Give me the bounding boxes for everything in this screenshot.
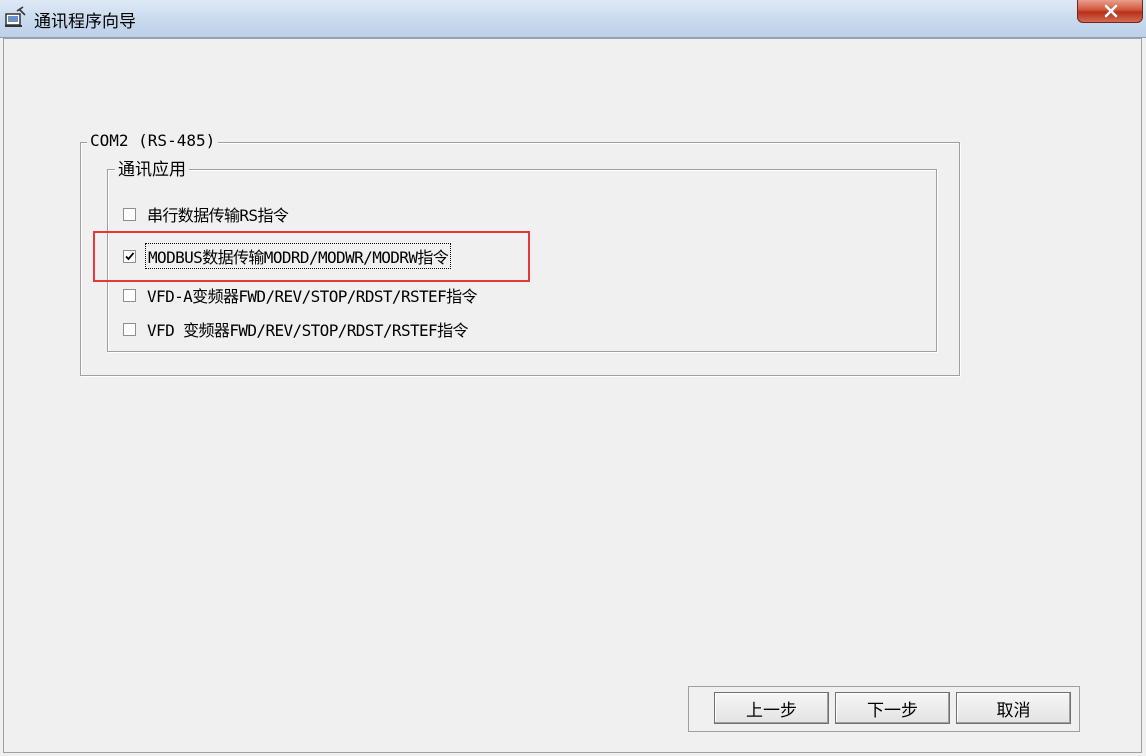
option-label: VFD-A变频器FWD/REV/STOP/RDST/RSTEF指令 [147, 287, 478, 306]
window-title: 通讯程序向导 [34, 12, 136, 32]
checkbox[interactable] [123, 322, 136, 336]
option-vfd-instruction[interactable]: VFD 变频器FWD/REV/STOP/RDST/RSTEF指令 [123, 317, 468, 341]
checkbox[interactable] [123, 288, 136, 302]
comm-app-group-label: 通讯应用 [115, 160, 189, 180]
wizard-app-icon[interactable] [4, 5, 28, 29]
prev-button[interactable]: 上一步 [714, 692, 829, 724]
option-label: VFD 变频器FWD/REV/STOP/RDST/RSTEF指令 [147, 321, 468, 340]
option-label: 串行数据传输RS指令 [147, 206, 289, 225]
checkbox[interactable] [123, 207, 136, 221]
highlight-box [93, 231, 530, 282]
com2-group-label: COM2 (RS-485) [87, 131, 219, 151]
close-icon [1104, 4, 1118, 18]
option-rs-instruction[interactable]: 串行数据传输RS指令 [123, 202, 289, 226]
option-vfd-a-instruction[interactable]: VFD-A变频器FWD/REV/STOP/RDST/RSTEF指令 [123, 283, 478, 307]
close-button[interactable] [1077, 0, 1143, 23]
cancel-button[interactable]: 取消 [956, 692, 1071, 724]
title-bar: 通讯程序向导 [0, 0, 1146, 38]
next-button[interactable]: 下一步 [835, 692, 950, 724]
